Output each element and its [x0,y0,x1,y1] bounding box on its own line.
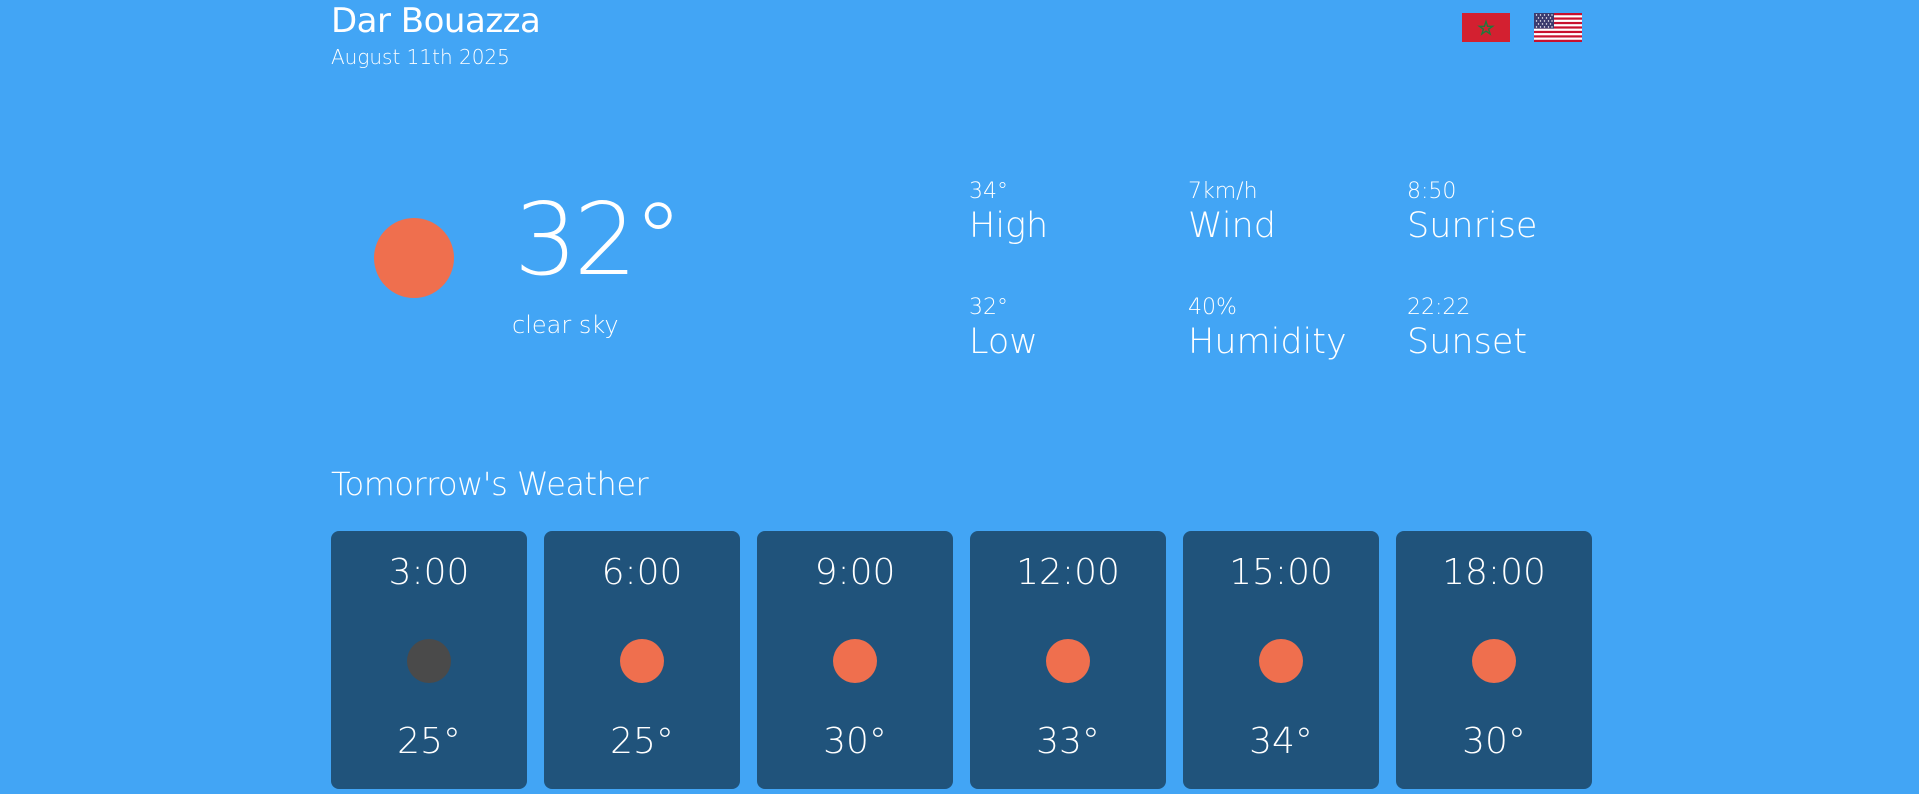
sun-icon [374,218,454,298]
forecast-card: 9:00 30° [757,531,953,789]
language-switcher [1462,13,1582,42]
stat-value: 34° [969,179,1008,204]
forecast-time: 12:00 [1016,552,1120,593]
stat-value: 8:50 [1407,179,1457,204]
forecast-time: 18:00 [1442,552,1546,593]
forecast-temp: 25° [610,721,674,762]
sun-icon [1259,639,1303,683]
moon-icon [407,639,451,683]
weather-description: clear sky [512,311,619,339]
morocco-flag-icon[interactable] [1462,13,1510,42]
usa-flag-icon[interactable] [1534,13,1582,42]
tomorrow-title: Tomorrow's Weather [331,465,649,503]
forecast-time: 3:00 [388,552,470,593]
weather-page: Dar Bouazza August 11th 2025 32° clear s… [0,0,1919,794]
current-temperature: 32° [514,181,683,298]
stat-low: 32° Low [969,296,1188,412]
forecast-temp: 30° [1462,721,1526,762]
stat-value: 40% [1188,295,1237,320]
sun-icon [620,639,664,683]
sun-icon [833,639,877,683]
sun-icon [1046,639,1090,683]
stat-label: Humidity [1188,322,1347,362]
stat-value: 22:22 [1407,295,1471,320]
forecast-cards: 3:00 25° 6:00 25° 9:00 30° 12:00 33° 15:… [331,531,1592,789]
forecast-temp: 34° [1249,721,1313,762]
forecast-time: 6:00 [601,552,683,593]
stat-value: 7km/h [1188,179,1258,204]
stat-label: Sunrise [1407,206,1538,246]
forecast-time: 15:00 [1229,552,1333,593]
location-header: Dar Bouazza August 11th 2025 [331,0,541,70]
weather-stats: 34° High 7km/h Wind 8:50 Sunrise 32° Low… [969,180,1626,412]
current-weather: 32° clear sky 34° High 7km/h Wind 8:50 S… [331,180,1591,380]
stat-high: 34° High [969,180,1188,296]
forecast-card: 12:00 33° [970,531,1166,789]
stat-label: High [969,206,1049,246]
stat-humidity: 40% Humidity [1188,296,1407,412]
stat-sunrise: 8:50 Sunrise [1407,180,1626,296]
stat-wind: 7km/h Wind [1188,180,1407,296]
forecast-temp: 33° [1036,721,1100,762]
stat-value: 32° [969,295,1008,320]
forecast-card: 15:00 34° [1183,531,1379,789]
location-name: Dar Bouazza [331,1,541,41]
forecast-card: 18:00 30° [1396,531,1592,789]
sun-icon [1472,639,1516,683]
current-date: August 11th 2025 [331,45,510,69]
forecast-temp: 30° [823,721,887,762]
stat-label: Low [969,322,1038,362]
forecast-time: 9:00 [814,552,896,593]
stat-sunset: 22:22 Sunset [1407,296,1626,412]
forecast-card: 3:00 25° [331,531,527,789]
forecast-card: 6:00 25° [544,531,740,789]
forecast-temp: 25° [397,721,461,762]
stat-label: Wind [1188,206,1276,246]
stat-label: Sunset [1407,322,1528,362]
